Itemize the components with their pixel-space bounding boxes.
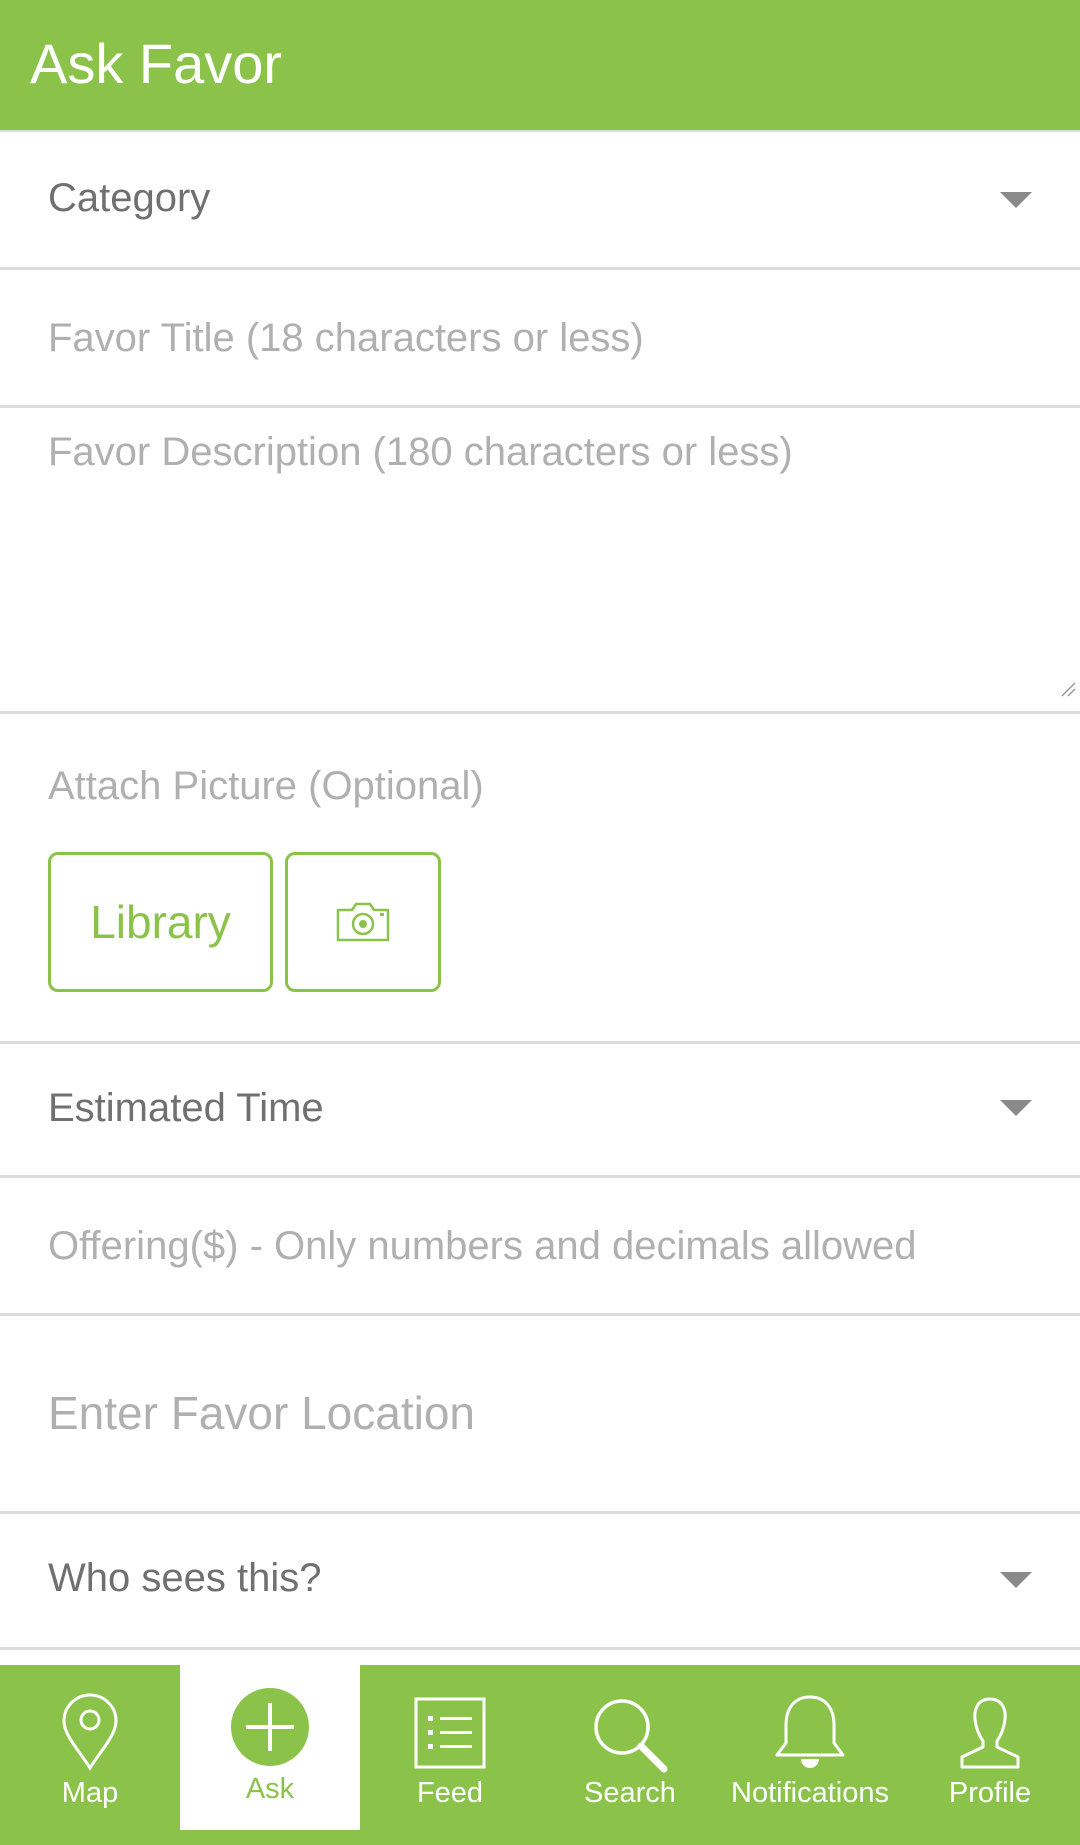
tab-notifications[interactable]: Notifications [720,1665,900,1845]
page-title: Ask Favor [30,32,283,95]
attach-picture-label: Attach Picture (Optional) [48,764,484,808]
category-label: Category [48,176,211,220]
chevron-down-icon [1000,1100,1032,1116]
estimated-time-dropdown[interactable]: Estimated Time [0,1044,1080,1178]
search-icon [594,1699,668,1773]
category-dropdown[interactable]: Category [0,134,1080,270]
map-pin-icon [62,1693,118,1771]
camera-icon [336,902,390,942]
favor-title-placeholder: Favor Title (18 characters or less) [48,316,644,360]
tab-map[interactable]: Map [0,1665,180,1845]
visibility-label: Who sees this? [48,1556,322,1600]
tab-profile-label: Profile [948,1777,1032,1809]
chevron-down-icon [1000,1572,1032,1588]
resize-handle-icon[interactable] [1060,681,1076,697]
favor-title-field[interactable]: Favor Title (18 characters or less) [0,270,1080,408]
bell-icon [775,1695,845,1768]
tab-feed[interactable]: Feed [360,1665,540,1845]
offering-placeholder: Offering($) - Only numbers and decimals … [48,1224,917,1268]
tab-search-label: Search [584,1777,676,1809]
tab-map-label: Map [61,1777,119,1809]
tab-search[interactable]: Search [540,1665,720,1845]
plus-circle-icon [231,1688,309,1766]
list-icon [414,1697,486,1769]
favor-location-field[interactable]: Enter Favor Location [0,1316,1080,1514]
favor-description-field[interactable]: Favor Description (180 characters or les… [0,408,1080,714]
user-icon [960,1697,1020,1769]
library-button-label: Library [90,896,231,948]
app-header: Ask Favor [0,0,1080,132]
library-button[interactable]: Library [48,852,273,992]
tab-profile[interactable]: Profile [900,1665,1080,1845]
offering-field[interactable]: Offering($) - Only numbers and decimals … [0,1178,1080,1316]
favor-location-placeholder: Enter Favor Location [48,1387,476,1439]
tab-ask[interactable]: Ask [180,1665,360,1830]
chevron-down-icon [1000,192,1032,208]
favor-description-placeholder: Favor Description (180 characters or les… [48,430,793,474]
estimated-time-label: Estimated Time [48,1086,324,1130]
tab-feed-label: Feed [416,1777,484,1809]
visibility-dropdown[interactable]: Who sees this? [0,1514,1080,1650]
tab-ask-label: Ask [245,1773,295,1805]
tab-notifications-label: Notifications [731,1777,889,1809]
camera-button[interactable] [285,852,441,992]
bottom-tab-bar: Map Ask Feed Search Notifications Profil… [0,1665,1080,1845]
